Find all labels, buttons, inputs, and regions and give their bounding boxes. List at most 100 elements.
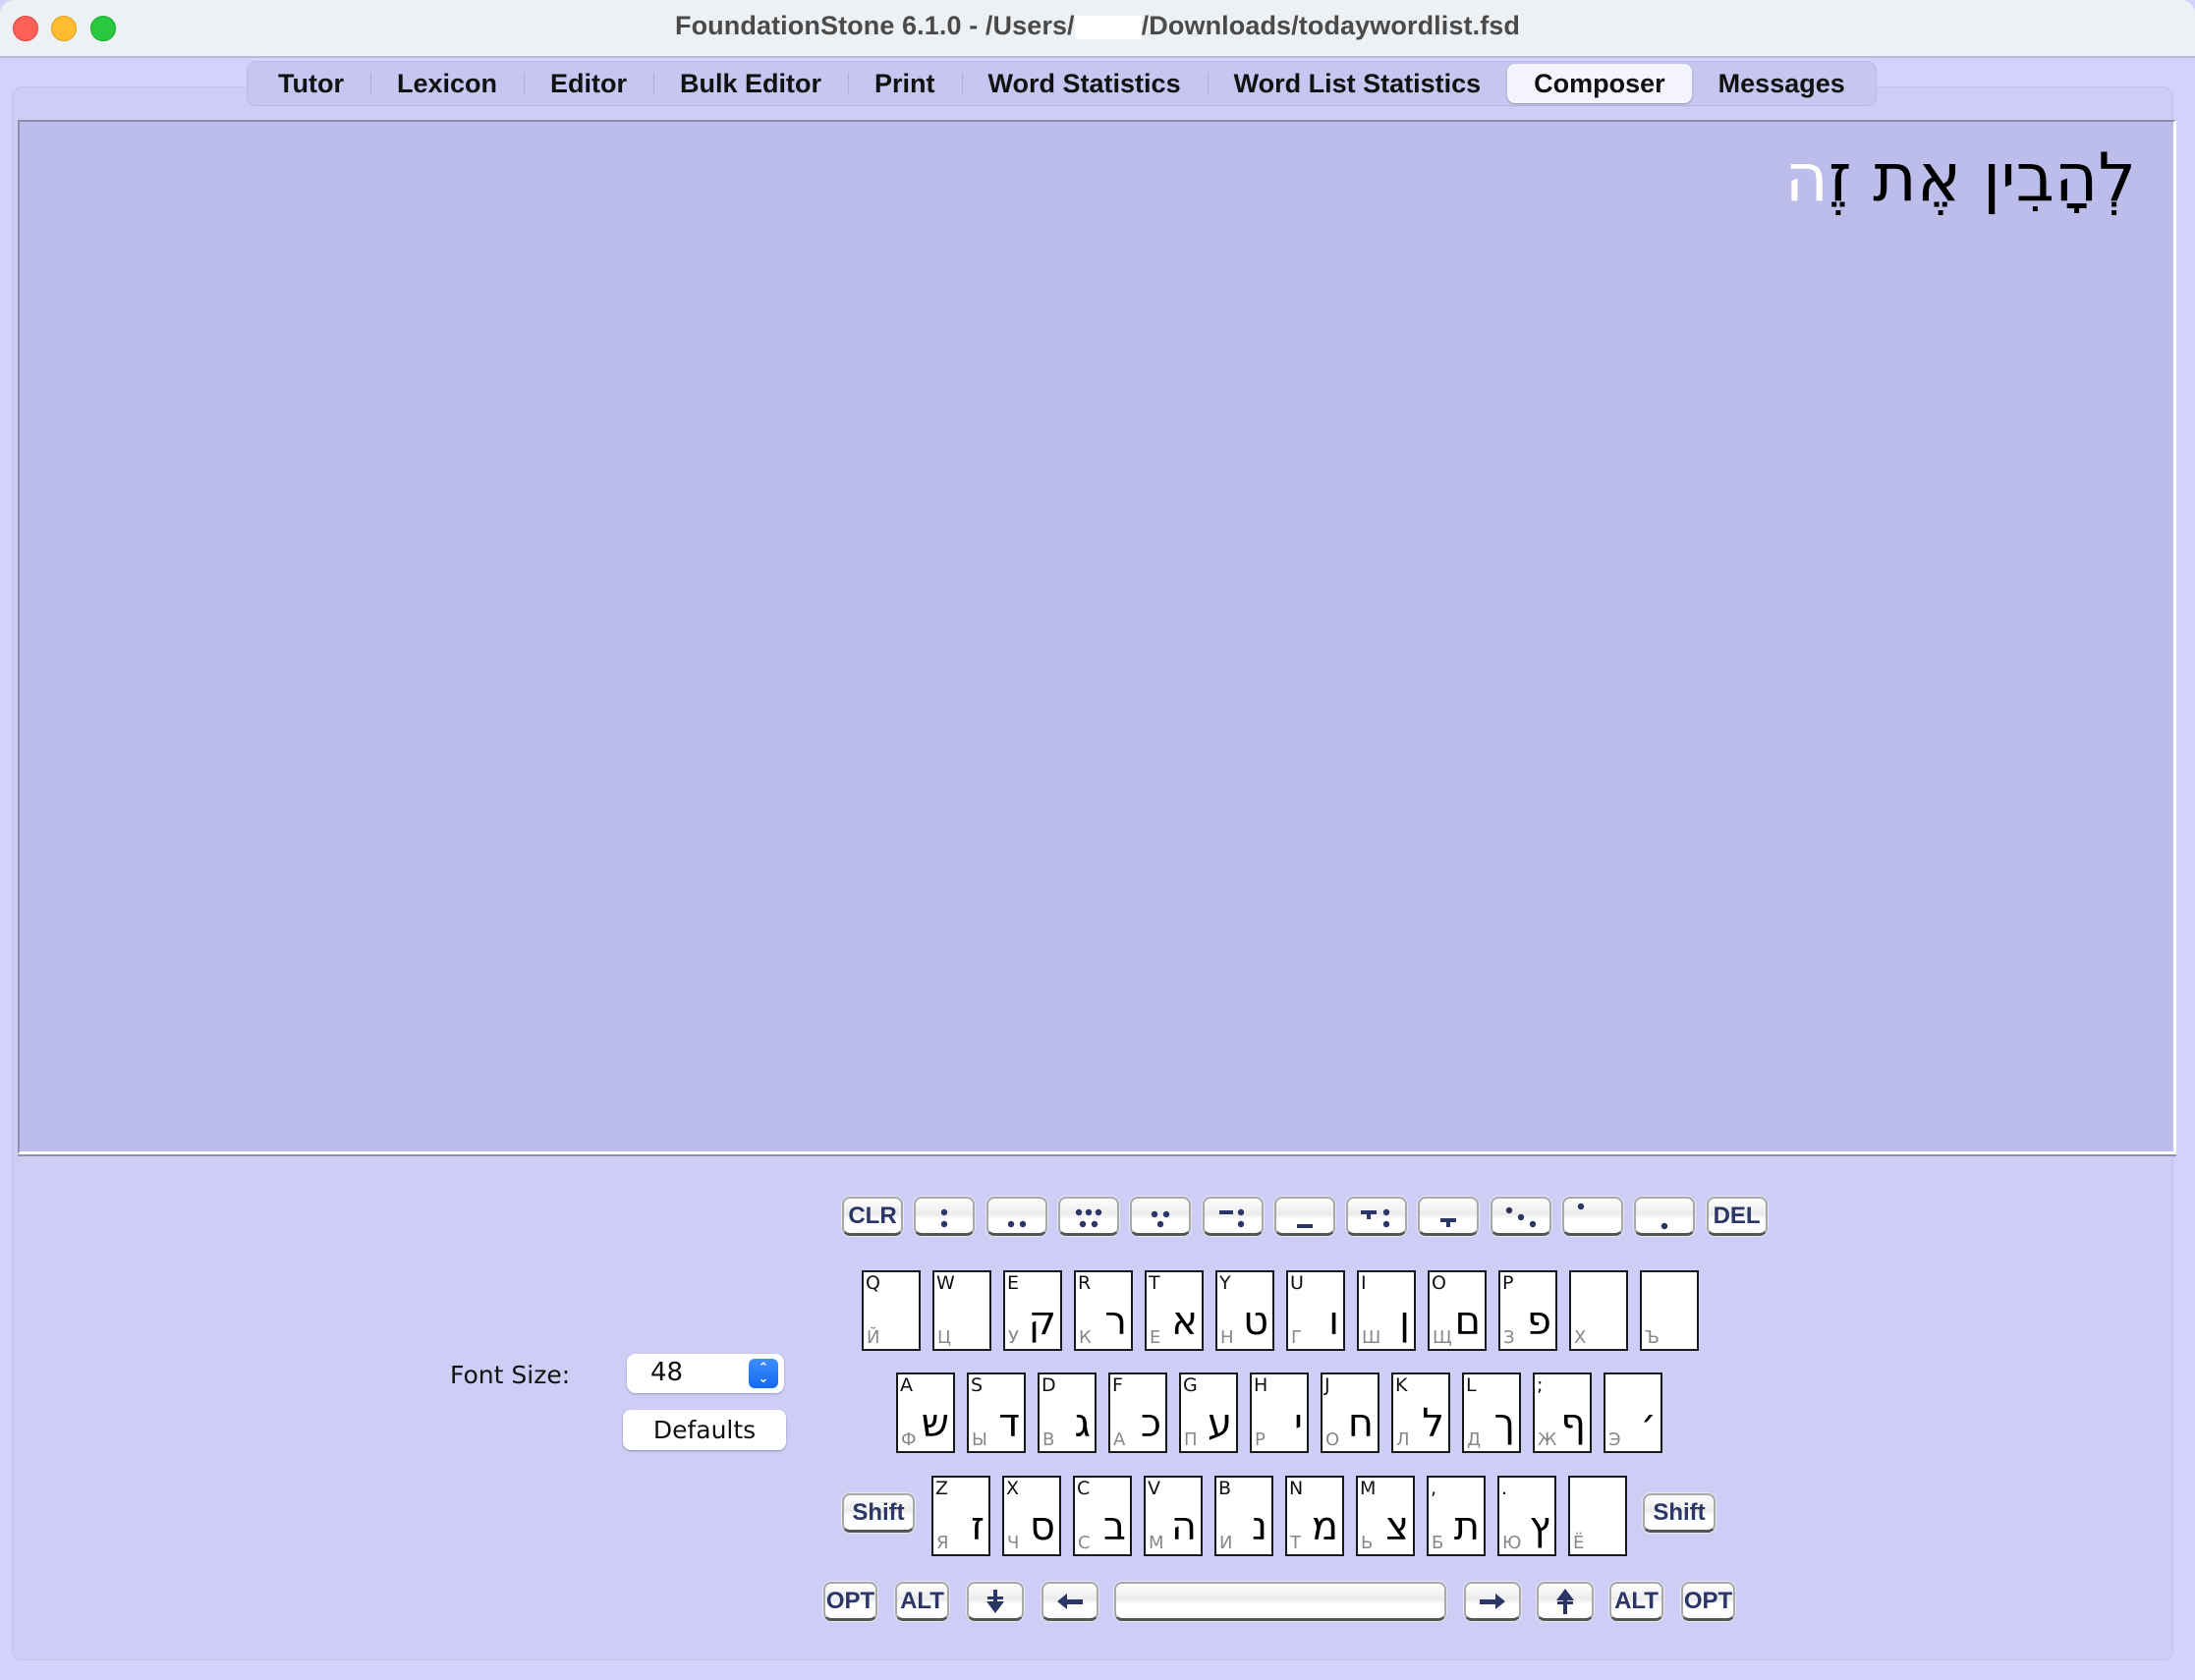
hataf-patah-key[interactable] [1202,1197,1264,1236]
holam-vowel-icon [1577,1203,1585,1209]
latin-label: C [1077,1478,1091,1499]
hebrew-letter: צ [1385,1504,1409,1549]
tab-editor[interactable]: Editor [524,64,653,103]
letter-key-s[interactable]: S Ыד [967,1372,1026,1453]
down-arrow-key[interactable] [967,1582,1024,1621]
letter-key-e[interactable]: E Уק [1003,1270,1062,1351]
letter-key-y[interactable]: Y Нט [1215,1270,1274,1351]
right-arrow-key[interactable] [1464,1582,1521,1621]
left-arrow-key[interactable] [1041,1582,1098,1621]
letter-key-sym[interactable]: , Бת [1427,1476,1486,1556]
letter-key-sym[interactable]: . Юץ [1497,1476,1556,1556]
del-key[interactable]: DEL [1706,1197,1768,1236]
latin-label: H [1254,1374,1268,1396]
letter-key-c[interactable]: C Сב [1073,1476,1132,1556]
clr-key[interactable]: CLR [842,1197,903,1236]
letter-key-z[interactable]: Z Я ז [931,1476,990,1556]
shift-left-key[interactable]: Shift [842,1493,915,1533]
tsere-key[interactable] [985,1197,1047,1236]
tab-lexicon[interactable]: Lexicon [369,64,524,103]
hataf-qamats-key[interactable] [1346,1197,1408,1236]
title-bar: FoundationStone 6.1.0 - /Users/ /Download… [0,0,2195,58]
window-title-suffix: /Downloads/todaywordlist.fsd [1141,11,1520,40]
font-size-spinner[interactable]: 48 ⌃ ⌄ [627,1354,784,1393]
latin-label: E [1007,1272,1020,1294]
letter-key-n[interactable]: N Тמ [1285,1476,1344,1556]
letter-key-o[interactable]: O Щם [1428,1270,1487,1351]
cyrillic-label: О [1325,1429,1340,1450]
letter-key-i[interactable]: I Шן [1357,1270,1416,1351]
segol-key[interactable] [1130,1197,1192,1236]
tab-tutor[interactable]: Tutor [252,64,370,103]
latin-label: A [900,1374,913,1396]
defaults-button[interactable]: Defaults [623,1410,786,1450]
hebrew-letter: ר [1104,1299,1127,1344]
tab-messages[interactable]: Messages [1692,64,1872,103]
composer-text-area[interactable]: לְהָבִין אֶת זֶה [18,120,2176,1154]
sheva-key[interactable] [914,1197,976,1236]
hebrew-letter: ץ [1529,1504,1550,1549]
tab-print[interactable]: Print [848,64,962,103]
letter-key-t[interactable]: T Еא [1145,1270,1204,1351]
letter-key-v[interactable]: V Мה [1144,1476,1203,1556]
cyrillic-label: Щ [1433,1327,1452,1348]
letter-key-ё[interactable]: Ё [1568,1476,1627,1556]
letter-key-j[interactable]: J Оח [1321,1372,1379,1453]
tab-composer[interactable]: Composer [1507,64,1692,103]
letter-key-w[interactable]: WЦ [932,1270,991,1351]
letter-key-a[interactable]: A Фש [896,1372,955,1453]
letter-key-r[interactable]: R Кר [1074,1270,1133,1351]
cyrillic-label: Г [1291,1327,1302,1348]
latin-label: T [1149,1272,1160,1294]
letter-key-х[interactable]: Х [1569,1270,1628,1351]
letter-key-d[interactable]: D Вג [1038,1372,1097,1453]
letter-key-g[interactable]: G Пע [1179,1372,1238,1453]
hebrew-letter: ה [1170,1504,1197,1549]
qubuts-key[interactable] [1490,1197,1551,1236]
letter-key-l[interactable]: L Дך [1462,1372,1521,1453]
letter-key-k[interactable]: K Лל [1391,1372,1450,1453]
hebrew-letter: ט [1243,1299,1268,1344]
up-arrow-key[interactable] [1537,1582,1594,1621]
letter-key-q[interactable]: QЙ [862,1270,921,1351]
latin-label: G [1183,1374,1198,1396]
letter-key-m[interactable]: M Ьצ [1356,1476,1415,1556]
cyrillic-label: Ъ [1645,1327,1660,1348]
tab-word-list-statistics[interactable]: Word List Statistics [1207,64,1508,103]
opt-right-key[interactable]: OPT [1681,1582,1735,1621]
alt-right-key[interactable]: ALT [1609,1582,1663,1621]
hiriq-key[interactable] [1634,1197,1696,1236]
up-down-arrows-icon[interactable]: ⌃ ⌄ [749,1359,778,1388]
hataf-patah-vowel-icon [1218,1208,1244,1227]
opt-left-key[interactable]: OPT [823,1582,877,1621]
tab-bar: Tutor Lexicon Editor Bulk Editor Print Word S… [247,61,1877,106]
letter-key-ъ[interactable]: Ъ [1640,1270,1699,1351]
holam-key[interactable] [1562,1197,1623,1236]
shift-right-key[interactable]: Shift [1643,1493,1716,1533]
letter-key-h[interactable]: H Р י [1250,1372,1309,1453]
letter-key-f[interactable]: F Аכ [1108,1372,1167,1453]
hebrew-letter: ת [1453,1504,1480,1549]
cyrillic-label: Ш [1362,1327,1381,1348]
letter-key-x[interactable]: X Чס [1002,1476,1061,1556]
alt-left-key[interactable]: ALT [895,1582,949,1621]
cyrillic-label: Ч [1007,1533,1020,1553]
cyrillic-label: У [1008,1327,1019,1348]
letter-key-p[interactable]: P Зפ [1498,1270,1557,1351]
qamats-key[interactable] [1418,1197,1480,1236]
latin-label: Q [866,1272,880,1294]
patah-key[interactable] [1273,1197,1335,1236]
letter-key-sym[interactable]: ; Ж ף [1533,1372,1592,1453]
tab-bulk-editor[interactable]: Bulk Editor [653,64,848,103]
hataf-qamats-vowel-icon [1361,1208,1390,1227]
letter-key-b[interactable]: B Иנ [1214,1476,1273,1556]
letter-key-u[interactable]: U Г ו [1286,1270,1345,1351]
cyrillic-label: И [1219,1533,1233,1553]
hebrew-letter: ף [1560,1401,1586,1446]
hataf-segol-key[interactable] [1057,1197,1119,1236]
cyrillic-label: Ь [1361,1533,1374,1553]
space-bar[interactable] [1114,1582,1446,1621]
tab-word-statistics[interactable]: Word Statistics [961,64,1208,103]
hebrew-letter: ל [1422,1401,1444,1446]
letter-key-э[interactable]: Э ׳ [1604,1372,1662,1453]
